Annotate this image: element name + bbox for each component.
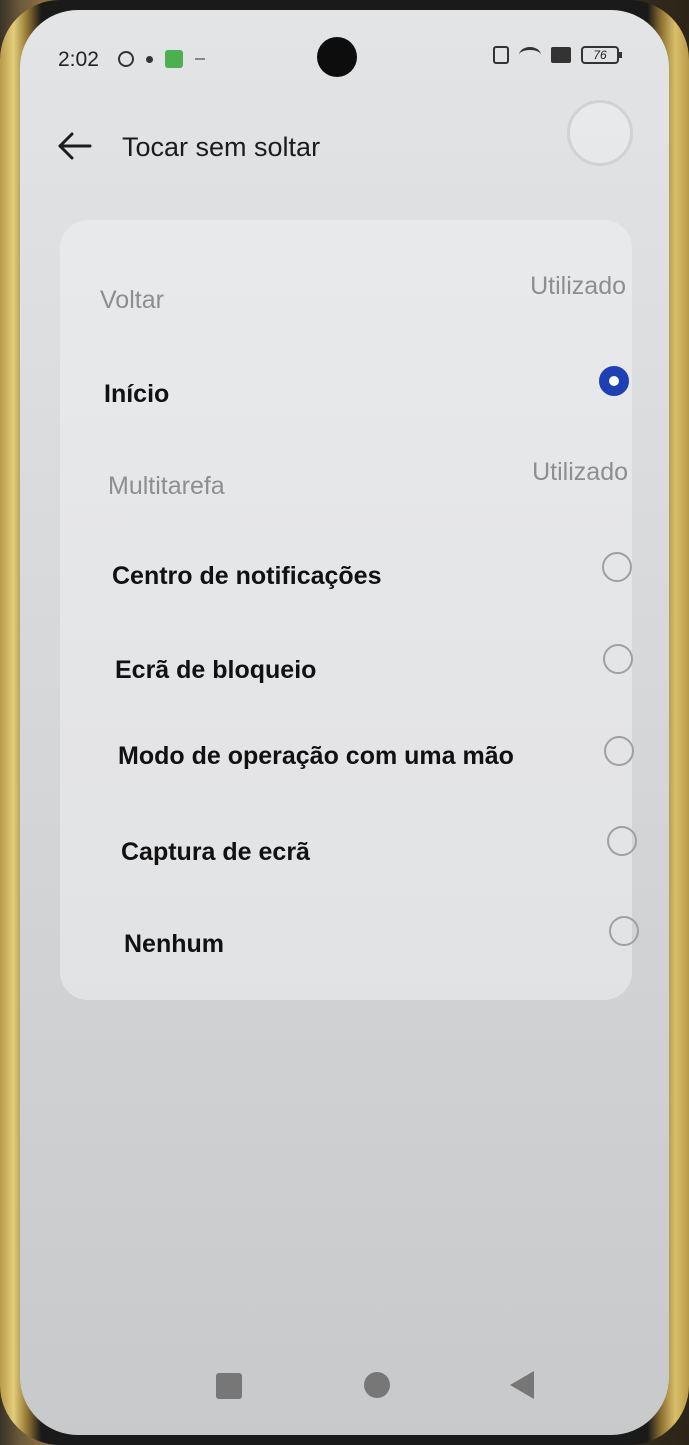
option-label: Captura de ecrã — [121, 838, 310, 866]
nfc-icon — [493, 46, 509, 64]
home-circle-icon[interactable] — [364, 1372, 390, 1398]
radio-unselected[interactable] — [602, 552, 632, 582]
used-status: Utilizado — [532, 458, 628, 486]
page-title: Tocar sem soltar — [122, 132, 321, 162]
status-icons-left — [118, 50, 205, 68]
radio-selected[interactable] — [599, 366, 629, 396]
option-label: Ecrã de bloqueio — [115, 656, 317, 684]
status-bar: 2:02 76 — [20, 10, 669, 90]
options-card: Voltar Utilizado Início Multitarefa Util… — [60, 220, 639, 1000]
battery-icon: 76 — [581, 46, 622, 64]
gear-icon — [118, 51, 134, 67]
dot-icon — [146, 55, 153, 63]
status-time: 2:02 — [58, 48, 99, 71]
option-label: Início — [104, 380, 170, 408]
option-multitarefa: Multitarefa Utilizado — [60, 458, 632, 518]
back-triangle-icon[interactable] — [510, 1371, 534, 1399]
wifi-icon — [519, 47, 541, 63]
sim-icon — [551, 47, 571, 63]
option-label: Modo de operação com uma mão — [118, 742, 514, 770]
screen: 2:02 76 Tocar sem soltar Voltar Utilizad… — [20, 10, 669, 1435]
floating-assist-button[interactable] — [567, 100, 633, 166]
option-centro-notificacoes[interactable]: Centro de notificações — [60, 548, 632, 608]
option-voltar: Voltar Utilizado — [60, 272, 632, 332]
recents-square-icon[interactable] — [216, 1373, 242, 1399]
option-captura-ecra[interactable]: Captura de ecrã — [60, 824, 637, 884]
radio-unselected[interactable] — [604, 736, 634, 766]
option-label: Centro de notificações — [112, 562, 382, 590]
option-nenhum[interactable]: Nenhum — [60, 916, 639, 976]
option-label: Multitarefa — [108, 472, 225, 500]
radio-unselected[interactable] — [607, 826, 637, 856]
option-label: Nenhum — [124, 930, 224, 958]
used-status: Utilizado — [530, 272, 626, 300]
radio-unselected[interactable] — [609, 916, 639, 946]
option-label: Voltar — [100, 286, 164, 314]
status-icons-right: 76 — [493, 46, 622, 64]
navigation-bar — [20, 1355, 669, 1415]
option-modo-uma-mao[interactable]: Modo de operação com uma mão — [60, 728, 634, 788]
radio-unselected[interactable] — [603, 644, 633, 674]
option-ecra-bloqueio[interactable]: Ecrã de bloqueio — [60, 642, 633, 702]
arrow-left-icon[interactable] — [56, 130, 92, 162]
dash-icon — [195, 58, 205, 60]
option-inicio[interactable]: Início — [60, 366, 632, 426]
app-notification-icon — [165, 50, 183, 68]
camera-hole — [317, 37, 357, 77]
